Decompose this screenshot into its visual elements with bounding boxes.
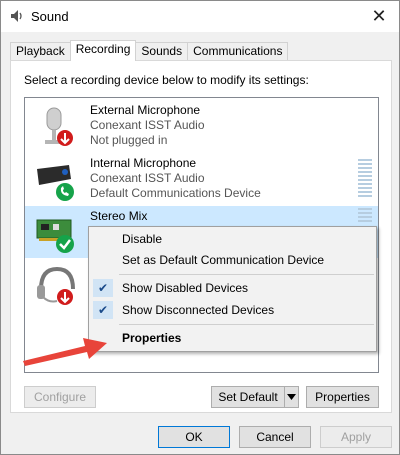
webcam-microphone-icon [37, 165, 74, 201]
tab-strip: Playback Recording Sounds Communications [10, 40, 289, 61]
set-default-dropdown[interactable] [284, 386, 299, 408]
device-name: External Microphone [90, 103, 201, 117]
down-arrow-badge [57, 130, 73, 146]
microphone-icon [45, 107, 73, 146]
ok-button[interactable]: OK [158, 426, 230, 448]
close-button[interactable]: ✕ [359, 1, 399, 32]
close-icon: ✕ [371, 6, 387, 26]
level-meter [358, 208, 372, 222]
device-name: Internal Microphone [90, 156, 197, 170]
menu-item-show-disconnected[interactable]: ✔ Show Disconnected Devices [89, 299, 376, 321]
menu-item-label: Properties [122, 331, 182, 345]
title-bar: Sound ✕ [1, 1, 399, 32]
check-icon: ✔ [93, 301, 113, 319]
menu-separator [119, 274, 374, 275]
check-icon: ✔ [93, 279, 113, 297]
list-item[interactable]: Internal Microphone Conexant ISST Audio … [25, 153, 378, 205]
device-status: Not plugged in [90, 133, 168, 147]
menu-item-show-disabled[interactable]: ✔ Show Disabled Devices [89, 277, 376, 299]
device-driver: Conexant ISST Audio [90, 171, 205, 185]
properties-button[interactable]: Properties [306, 386, 379, 408]
check-badge [56, 235, 74, 253]
configure-button[interactable]: Configure [24, 386, 96, 408]
cancel-button[interactable]: Cancel [239, 426, 311, 448]
tab-recording[interactable]: Recording [69, 40, 137, 61]
sound-dialog: Sound ✕ Playback Recording Sounds Commun… [0, 0, 400, 455]
level-meter [358, 159, 372, 197]
list-item[interactable]: External Microphone Conexant ISST Audio … [25, 100, 378, 152]
phone-badge [56, 183, 74, 201]
menu-item-label: Show Disabled Devices [122, 281, 249, 295]
menu-item-properties[interactable]: Properties [89, 327, 376, 349]
sound-card-icon [36, 219, 74, 253]
device-driver: Conexant ISST Audio [90, 118, 205, 132]
menu-item-label: Set as Default Communication Device [122, 253, 325, 267]
headset-icon [37, 266, 75, 305]
instruction-text: Select a recording device below to modif… [24, 73, 309, 87]
menu-item-disable[interactable]: Disable [89, 228, 376, 250]
window-title: Sound [31, 9, 69, 24]
tab-sounds[interactable]: Sounds [135, 42, 189, 61]
menu-item-set-default-comm[interactable]: Set as Default Communication Device [89, 249, 376, 271]
context-menu: Disable Set as Default Communication Dev… [88, 226, 377, 352]
chevron-down-icon [287, 394, 296, 400]
device-name: Stereo Mix [90, 209, 148, 223]
apply-button[interactable]: Apply [320, 426, 392, 448]
menu-separator [119, 324, 374, 325]
down-arrow-badge [57, 289, 73, 305]
device-status: Default Communications Device [90, 186, 261, 200]
menu-item-label: Disable [122, 232, 163, 246]
set-default-button[interactable]: Set Default [211, 386, 285, 408]
tab-playback[interactable]: Playback [10, 42, 71, 61]
speaker-icon [11, 10, 22, 22]
menu-item-label: Show Disconnected Devices [122, 303, 275, 317]
tab-communications[interactable]: Communications [187, 42, 289, 61]
annotation-arrow-icon [23, 338, 107, 366]
